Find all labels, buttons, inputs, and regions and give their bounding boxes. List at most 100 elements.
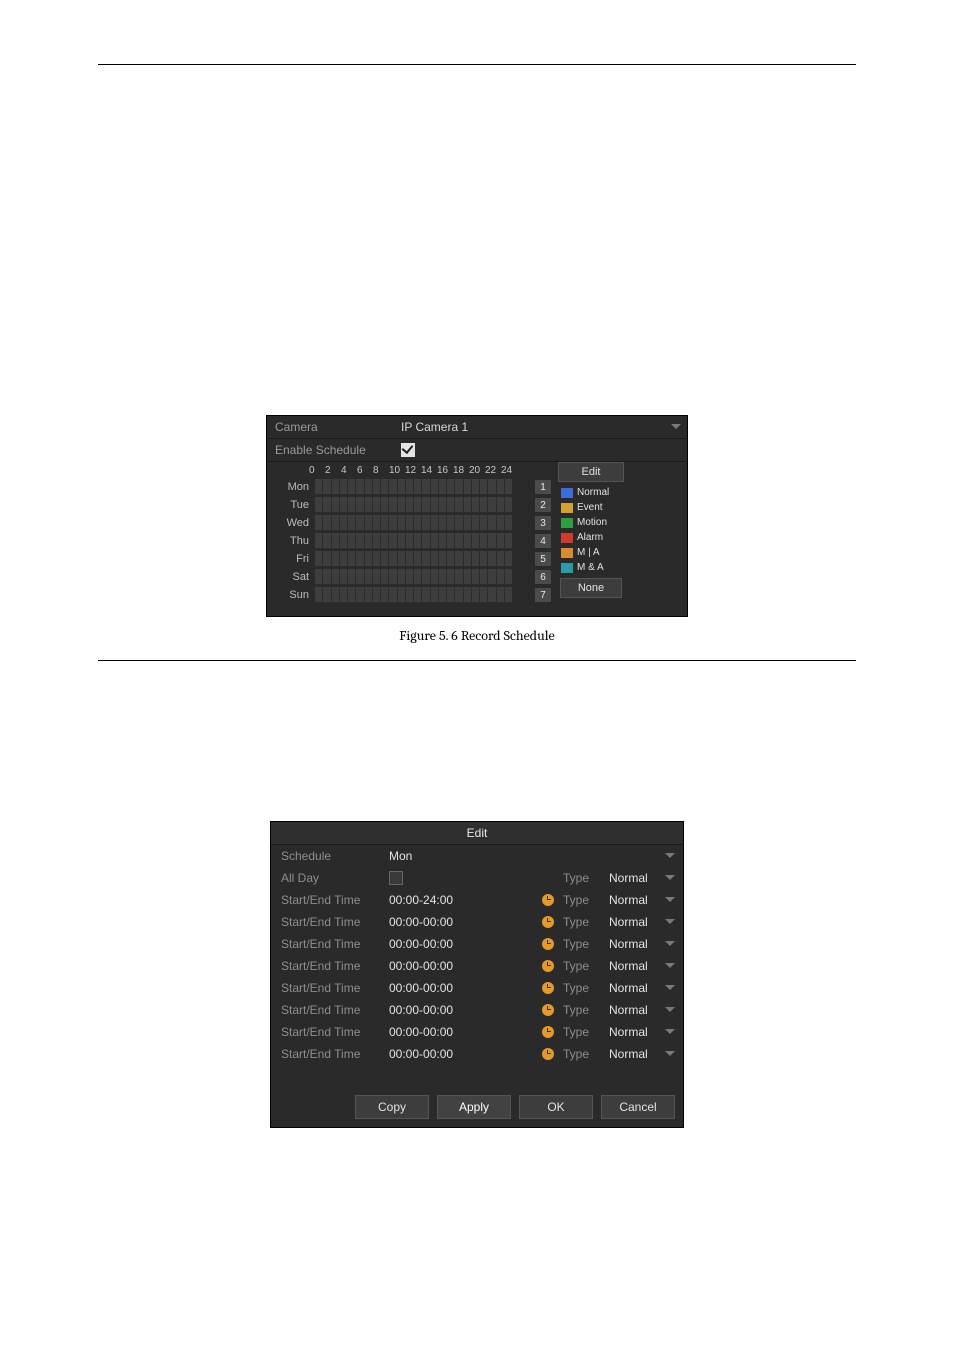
copy-button[interactable]: Copy	[355, 1095, 429, 1119]
series-4[interactable]: 4	[535, 534, 551, 548]
time-input-3[interactable]: 00:00-00:00	[389, 937, 539, 951]
record-schedule-panel: Camera IP Camera 1 Enable Schedule 02468…	[266, 415, 688, 617]
clock-icon[interactable]	[542, 938, 554, 950]
apply-button[interactable]: Apply	[437, 1095, 511, 1119]
type-label: Type	[557, 871, 609, 885]
type-select-1[interactable]: Normal	[609, 893, 683, 907]
time-input-7[interactable]: 00:00-00:00	[389, 1025, 539, 1039]
camera-label: Camera	[267, 420, 395, 434]
time-input-5[interactable]: 00:00-00:00	[389, 981, 539, 995]
series-3[interactable]: 3	[535, 516, 551, 530]
schedule-select[interactable]: Mon	[389, 849, 683, 863]
legend-maa[interactable]: M & A	[557, 560, 625, 575]
schedule-select-row: Schedule Mon	[271, 845, 683, 867]
page-rule-mid	[98, 660, 856, 661]
edit-schedule-button[interactable]: Edit	[558, 462, 624, 482]
figure-5-6-caption: Figure 5. 6 Record Schedule	[98, 627, 856, 644]
schedule-value: Mon	[389, 849, 412, 863]
chevron-down-icon	[665, 853, 675, 859]
chevron-down-icon	[665, 897, 675, 903]
all-day-label: All Day	[271, 871, 389, 885]
series-1[interactable]: 1	[535, 480, 551, 494]
time-input-1[interactable]: 00:00-24:00	[389, 893, 539, 907]
day-row-tue[interactable]: Tue	[267, 496, 517, 514]
clock-icon[interactable]	[542, 916, 554, 928]
enable-schedule-row: Enable Schedule	[267, 439, 687, 462]
legend-mia-swatch	[561, 548, 573, 558]
legend-maa-swatch	[561, 563, 573, 573]
day-row-mon[interactable]: Mon	[267, 478, 517, 496]
day-row-thu[interactable]: Thu	[267, 532, 517, 550]
legend-motion-swatch	[561, 518, 573, 528]
day-row-fri[interactable]: Fri	[267, 550, 517, 568]
clock-icon[interactable]	[542, 1048, 554, 1060]
legend-normal[interactable]: Normal	[557, 485, 625, 500]
clock-icon[interactable]	[542, 982, 554, 994]
chevron-down-icon	[665, 919, 675, 925]
chevron-down-icon	[665, 1051, 675, 1057]
chevron-down-icon	[665, 1029, 675, 1035]
series-5[interactable]: 5	[535, 552, 551, 566]
enable-schedule-checkbox[interactable]	[401, 443, 415, 457]
chevron-down-icon	[665, 941, 675, 947]
clock-icon[interactable]	[542, 1004, 554, 1016]
time-row-8: Start/End Time 00:00-00:00 Type Normal	[271, 1043, 683, 1065]
type-select-8[interactable]: Normal	[609, 1047, 683, 1061]
chevron-down-icon	[671, 424, 681, 430]
legend-alarm-swatch	[561, 533, 573, 543]
schedule-label: Schedule	[271, 849, 389, 863]
legend-event[interactable]: Event	[557, 500, 625, 515]
hour-ticks: 024681012141618202224	[267, 462, 517, 478]
page-rule-top	[98, 64, 856, 65]
legend-normal-swatch	[561, 488, 573, 498]
time-row-5: Start/End Time 00:00-00:00 Type Normal	[271, 977, 683, 999]
day-row-wed[interactable]: Wed	[267, 514, 517, 532]
time-row-7: Start/End Time 00:00-00:00 Type Normal	[271, 1021, 683, 1043]
camera-select-row: Camera IP Camera 1	[267, 416, 687, 439]
enable-schedule-label: Enable Schedule	[267, 443, 395, 457]
none-button[interactable]: None	[560, 578, 622, 598]
legend-event-swatch	[561, 503, 573, 513]
all-day-checkbox[interactable]	[389, 871, 403, 885]
legend-alarm[interactable]: Alarm	[557, 530, 625, 545]
chevron-down-icon	[665, 875, 675, 881]
legend-mia[interactable]: M | A	[557, 545, 625, 560]
schedule-grid: 024681012141618202224 Mon Tue Wed Thu Fr…	[267, 462, 687, 616]
clock-icon[interactable]	[542, 1026, 554, 1038]
time-row-4: Start/End Time 00:00-00:00 Type Normal	[271, 955, 683, 977]
series-7[interactable]: 7	[535, 588, 551, 602]
chevron-down-icon	[665, 963, 675, 969]
time-input-4[interactable]: 00:00-00:00	[389, 959, 539, 973]
cancel-button[interactable]: Cancel	[601, 1095, 675, 1119]
chevron-down-icon	[665, 1007, 675, 1013]
dialog-button-bar: Copy Apply OK Cancel	[271, 1065, 683, 1127]
edit-schedule-dialog: Edit Schedule Mon All Day Type Normal St…	[270, 821, 684, 1128]
camera-value: IP Camera 1	[395, 420, 468, 434]
time-input-2[interactable]: 00:00-00:00	[389, 915, 539, 929]
type-select-7[interactable]: Normal	[609, 1025, 683, 1039]
day-row-sun[interactable]: Sun	[267, 586, 517, 604]
all-day-type-select[interactable]: Normal	[609, 871, 683, 885]
clock-icon[interactable]	[542, 894, 554, 906]
clock-icon[interactable]	[542, 960, 554, 972]
type-select-3[interactable]: Normal	[609, 937, 683, 951]
time-row-1: Start/End Time 00:00-24:00 Type Normal	[271, 889, 683, 911]
camera-select[interactable]: IP Camera 1	[395, 420, 687, 434]
time-row-2: Start/End Time 00:00-00:00 Type Normal	[271, 911, 683, 933]
all-day-row: All Day Type Normal	[271, 867, 683, 889]
series-2[interactable]: 2	[535, 498, 551, 512]
legend-motion[interactable]: Motion	[557, 515, 625, 530]
time-row-6: Start/End Time 00:00-00:00 Type Normal	[271, 999, 683, 1021]
type-select-6[interactable]: Normal	[609, 1003, 683, 1017]
type-select-5[interactable]: Normal	[609, 981, 683, 995]
day-row-sat[interactable]: Sat	[267, 568, 517, 586]
dialog-title: Edit	[271, 822, 683, 845]
chevron-down-icon	[665, 985, 675, 991]
time-row-3: Start/End Time 00:00-00:00 Type Normal	[271, 933, 683, 955]
series-6[interactable]: 6	[535, 570, 551, 584]
time-input-6[interactable]: 00:00-00:00	[389, 1003, 539, 1017]
type-select-2[interactable]: Normal	[609, 915, 683, 929]
type-select-4[interactable]: Normal	[609, 959, 683, 973]
ok-button[interactable]: OK	[519, 1095, 593, 1119]
time-input-8[interactable]: 00:00-00:00	[389, 1047, 539, 1061]
